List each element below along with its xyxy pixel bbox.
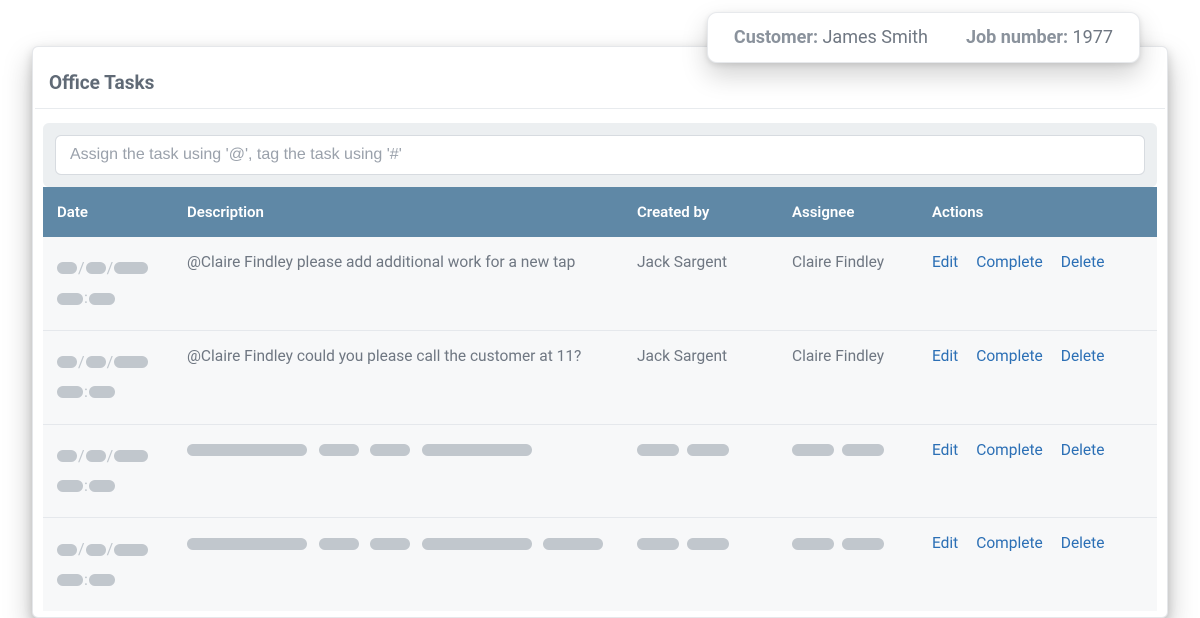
edit-button[interactable]: Edit xyxy=(932,534,958,552)
customer-value: James Smith xyxy=(823,27,928,48)
customer-label: Customer: xyxy=(734,27,818,48)
col-header-date: Date xyxy=(57,203,187,221)
office-tasks-card: Office Tasks Date Description Created by… xyxy=(32,46,1168,618)
cell-assignee xyxy=(792,534,932,552)
cell-assignee: Claire Findley xyxy=(792,253,932,271)
cell-createdby: Jack Sargent xyxy=(637,347,792,365)
edit-button[interactable]: Edit xyxy=(932,253,958,271)
jobnumber-label: Job number: xyxy=(966,27,1068,48)
edit-button[interactable]: Edit xyxy=(932,347,958,365)
delete-button[interactable]: Delete xyxy=(1061,347,1105,365)
table-body: // : @Claire Findley please add addition… xyxy=(43,237,1157,611)
delete-button[interactable]: Delete xyxy=(1061,253,1105,271)
cell-date: // : xyxy=(57,534,187,595)
context-bar: Customer: James Smith Job number: 1977 xyxy=(707,12,1140,63)
cell-actions: Edit Complete Delete xyxy=(932,534,1143,552)
col-header-createdby: Created by xyxy=(637,203,792,221)
jobnumber-value: 1977 xyxy=(1073,27,1113,48)
task-input[interactable] xyxy=(55,135,1145,175)
cell-createdby xyxy=(637,534,792,552)
table-header: Date Description Created by Assignee Act… xyxy=(43,187,1157,237)
task-input-container xyxy=(43,123,1157,187)
cell-date: // : xyxy=(57,347,187,408)
task-table: Date Description Created by Assignee Act… xyxy=(43,187,1157,611)
cell-date: // : xyxy=(57,441,187,502)
table-row: // : Edit Complete xyxy=(43,425,1157,519)
col-header-description: Description xyxy=(187,203,637,221)
cell-date: // : xyxy=(57,253,187,314)
customer-field: Customer: James Smith xyxy=(734,27,928,48)
cell-description xyxy=(187,534,637,552)
cell-actions: Edit Complete Delete xyxy=(932,441,1143,459)
cell-description: @Claire Findley could you please call th… xyxy=(187,347,637,365)
complete-button[interactable]: Complete xyxy=(976,347,1043,365)
cell-description xyxy=(187,441,637,459)
delete-button[interactable]: Delete xyxy=(1061,441,1105,459)
cell-actions: Edit Complete Delete xyxy=(932,347,1143,365)
delete-button[interactable]: Delete xyxy=(1061,534,1105,552)
complete-button[interactable]: Complete xyxy=(976,253,1043,271)
col-header-actions: Actions xyxy=(932,203,1143,221)
cell-createdby xyxy=(637,441,792,459)
table-row: // : Edit xyxy=(43,518,1157,611)
cell-assignee: Claire Findley xyxy=(792,347,932,365)
complete-button[interactable]: Complete xyxy=(976,534,1043,552)
cell-assignee xyxy=(792,441,932,459)
jobnumber-field: Job number: 1977 xyxy=(966,27,1113,48)
table-row: // : @Claire Findley please add addition… xyxy=(43,237,1157,331)
table-row: // : @Claire Findley could you please ca… xyxy=(43,331,1157,425)
complete-button[interactable]: Complete xyxy=(976,441,1043,459)
cell-description: @Claire Findley please add additional wo… xyxy=(187,253,637,271)
cell-actions: Edit Complete Delete xyxy=(932,253,1143,271)
col-header-assignee: Assignee xyxy=(792,203,932,221)
cell-createdby: Jack Sargent xyxy=(637,253,792,271)
edit-button[interactable]: Edit xyxy=(932,441,958,459)
